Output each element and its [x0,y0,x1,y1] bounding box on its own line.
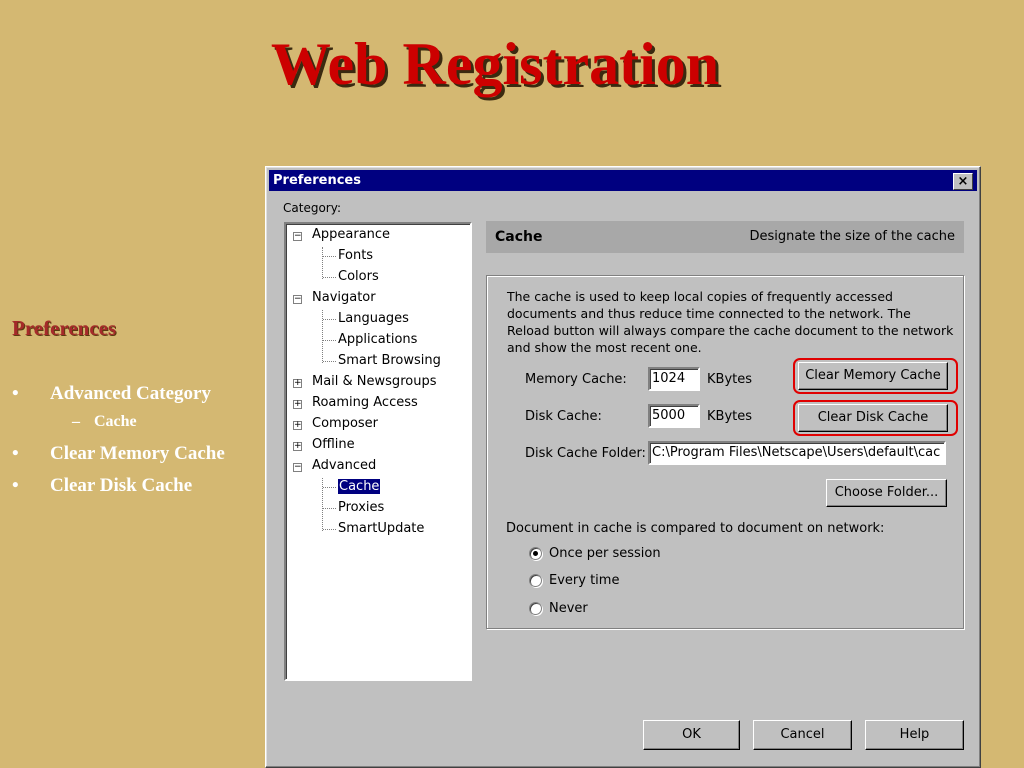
panel-title: Cache [495,229,543,245]
radio-once-per-session[interactable] [529,547,542,560]
radio-never-label[interactable]: Never [549,601,588,616]
help-button[interactable]: Help [865,720,964,750]
category-tree[interactable]: − Appearance Fonts Colors − Navigator La… [284,222,472,681]
collapse-icon[interactable]: − [293,232,302,241]
cache-info-text: The cache is used to keep local copies o… [507,289,954,355]
sub-bullet-marker: – [72,413,80,430]
memory-cache-input[interactable]: 1024 [648,367,700,391]
expand-icon[interactable]: + [293,442,302,451]
disk-cache-label: Disk Cache: [525,409,602,424]
disk-cache-folder-input[interactable]: C:\Program Files\Netscape\Users\default\… [648,441,946,465]
clear-disk-cache-button[interactable]: Clear Disk Cache [798,404,948,432]
tree-item-applications[interactable]: Applications [338,331,417,349]
memory-cache-unit: KBytes [707,372,753,387]
tree-connector [323,508,336,509]
expand-icon[interactable]: + [293,400,302,409]
tree-item-proxies[interactable]: Proxies [338,499,384,517]
tree-connector [323,529,336,530]
radio-every-time-label[interactable]: Every time [549,573,619,588]
tree-item-colors[interactable]: Colors [338,268,379,286]
bullet-marker: • [12,475,19,496]
dialog-title: Preferences [273,173,361,188]
tree-item-smartupdate[interactable]: SmartUpdate [338,520,424,538]
bullet-marker: • [12,443,19,464]
compare-label: Document in cache is compared to documen… [506,521,885,536]
disk-cache-input[interactable]: 5000 [648,404,700,428]
bullet-label: Clear Memory Cache [50,443,225,464]
tree-item-offline[interactable]: Offline [312,436,355,454]
tree-connector [323,319,336,320]
disk-cache-unit: KBytes [707,409,753,424]
tree-item-navigator[interactable]: Navigator [312,289,376,307]
clear-memory-cache-button[interactable]: Clear Memory Cache [798,362,948,390]
tree-item-smart-browsing[interactable]: Smart Browsing [338,352,441,370]
disk-cache-folder-label: Disk Cache Folder: [525,446,646,461]
bullet-advanced-category: • Advanced Category [12,383,267,415]
tree-item-cache[interactable]: Cache [338,478,381,496]
preferences-heading: Preferences [12,316,117,340]
ok-button[interactable]: OK [643,720,740,750]
close-icon[interactable]: × [953,173,973,190]
bullet-clear-disk-cache: • Clear Disk Cache [12,475,267,507]
bullet-label: Advanced Category [50,383,211,404]
panel-description: Designate the size of the cache [749,229,955,244]
radio-once-per-session-label[interactable]: Once per session [549,546,661,561]
tree-item-roaming-access[interactable]: Roaming Access [312,394,418,412]
radio-selected-dot [533,551,538,556]
expand-icon[interactable]: + [293,421,302,430]
choose-folder-button[interactable]: Choose Folder... [826,479,947,507]
tree-item-advanced[interactable]: Advanced [312,457,376,475]
collapse-icon[interactable]: − [293,295,302,304]
cancel-button[interactable]: Cancel [753,720,852,750]
tree-connector [322,247,324,279]
bullet-label: Clear Disk Cache [50,475,193,496]
tree-connector [322,310,324,363]
tree-item-languages[interactable]: Languages [338,310,409,328]
memory-cache-label: Memory Cache: [525,372,627,387]
radio-never[interactable] [529,602,542,615]
bullet-list: • Advanced Category – Cache • Clear Memo… [12,383,267,507]
panel-header: Cache Designate the size of the cache [486,221,964,253]
slide-title: Web Registration [270,31,720,97]
bullet-clear-memory-cache: • Clear Memory Cache [12,443,267,475]
tree-item-cache-label: Cache [338,479,381,494]
category-label: Category: [283,201,341,215]
preferences-dialog: Preferences × Category: − Appearance Fon… [265,166,981,768]
tree-connector [323,256,336,257]
dialog-titlebar[interactable]: Preferences × [269,170,977,191]
tree-connector [323,361,336,362]
tree-item-fonts[interactable]: Fonts [338,247,373,265]
expand-icon[interactable]: + [293,379,302,388]
tree-connector [323,277,336,278]
sub-bullet-label: Cache [94,413,137,430]
tree-item-mail-newsgroups[interactable]: Mail & Newsgroups [312,373,436,391]
sub-bullet-cache: – Cache [12,413,267,443]
bullet-marker: • [12,383,19,404]
tree-item-appearance[interactable]: Appearance [312,226,390,244]
tree-item-composer[interactable]: Composer [312,415,378,433]
collapse-icon[interactable]: − [293,463,302,472]
cache-settings-group: The cache is used to keep local copies o… [486,275,964,629]
tree-connector [322,478,324,531]
radio-every-time[interactable] [529,574,542,587]
tree-connector [323,340,336,341]
tree-connector [323,487,336,488]
